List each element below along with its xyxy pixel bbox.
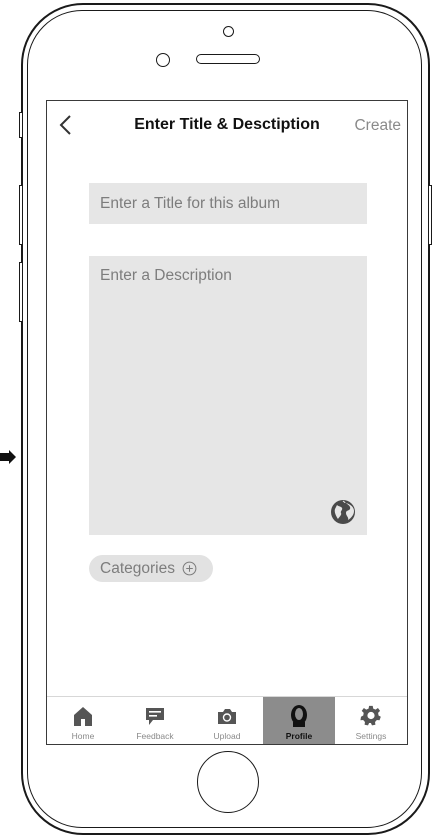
earpiece-speaker	[196, 54, 260, 64]
volume-down-button	[19, 262, 23, 322]
tab-bar: Home Feedback Upload Profile Settings	[47, 696, 407, 744]
home-icon	[74, 707, 92, 726]
home-button[interactable]	[197, 751, 259, 813]
navigation-bar: Enter Title & Desctiption Create	[47, 101, 407, 153]
tab-label: Feedback	[136, 731, 174, 741]
album-title-input[interactable]	[89, 183, 367, 224]
tab-profile[interactable]: Profile	[263, 697, 335, 744]
power-button	[428, 185, 432, 245]
tab-feedback[interactable]: Feedback	[119, 697, 191, 744]
tab-label: Home	[71, 731, 95, 741]
app-screen: Enter Title & Desctiption Create Categor…	[46, 100, 408, 745]
chat-icon	[146, 708, 164, 725]
create-button[interactable]: Create	[354, 117, 401, 135]
tab-label: Upload	[213, 731, 241, 741]
plus-circle-icon	[182, 561, 197, 576]
tab-settings[interactable]: Settings	[335, 697, 407, 744]
globe-icon[interactable]	[330, 499, 356, 525]
tab-home[interactable]: Home	[47, 697, 119, 744]
album-description-input[interactable]	[89, 256, 367, 535]
tab-upload[interactable]: Upload	[191, 697, 263, 744]
tab-label: Profile	[285, 731, 313, 741]
mute-switch	[19, 112, 23, 138]
tab-label: Settings	[355, 731, 387, 741]
profile-icon	[291, 705, 307, 727]
categories-label: Categories	[100, 559, 175, 577]
page-title: Enter Title & Desctiption	[134, 116, 320, 133]
gear-icon	[360, 705, 381, 726]
categories-button[interactable]: Categories	[89, 555, 213, 582]
proximity-sensor	[156, 53, 170, 67]
arrow-pointer-icon	[0, 450, 16, 464]
front-camera	[223, 26, 234, 37]
volume-up-button	[19, 185, 23, 245]
camera-icon	[218, 709, 236, 724]
